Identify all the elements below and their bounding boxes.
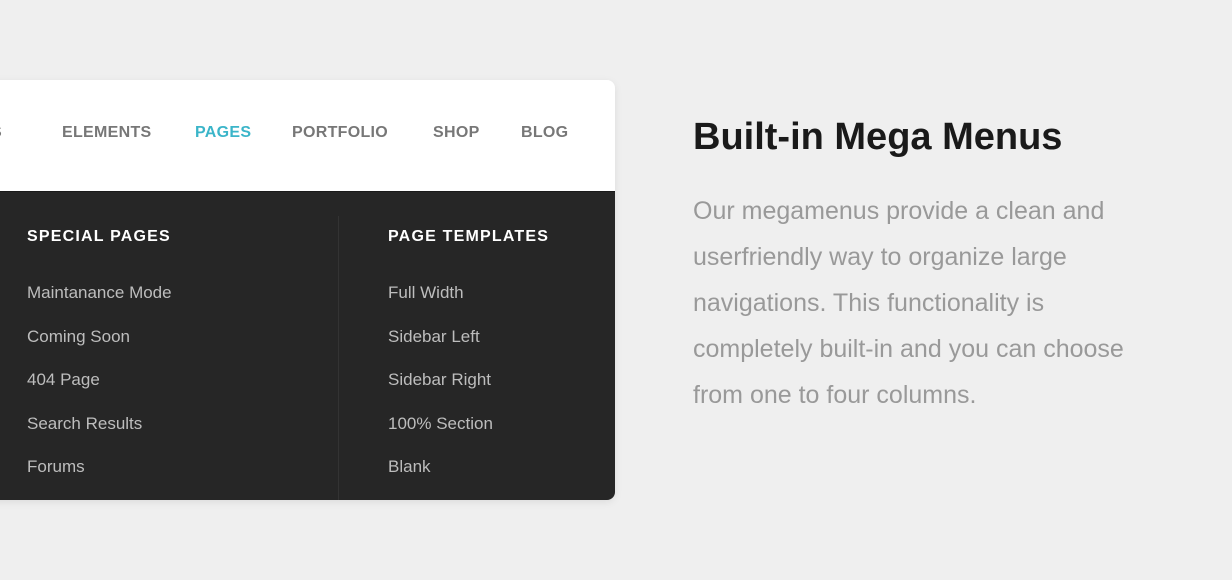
menu-link[interactable]: Sidebar Left [388,327,480,347]
navigation-bar: ES ELEMENTS PAGES PORTFOLIO SHOP BLOG [0,80,615,191]
menu-link[interactable]: 404 Page [27,370,100,390]
menu-link[interactable]: Full Width [388,283,464,303]
menu-link[interactable]: Maintanance Mode [27,283,172,303]
menu-link[interactable]: Coming Soon [27,327,130,347]
feature-title: Built-in Mega Menus [693,116,1063,158]
menu-link[interactable]: Sidebar Right [388,370,491,390]
menu-link[interactable]: Blank [388,457,431,477]
menu-link[interactable]: Search Results [27,414,142,434]
menu-link[interactable]: 100% Section [388,414,493,434]
nav-item-shop[interactable]: SHOP [433,124,480,142]
mega-menu-dropdown: SPECIAL PAGES Maintanance Mode Coming So… [0,191,615,500]
nav-item-elements[interactable]: ELEMENTS [62,124,152,142]
mega-menu-preview: ES ELEMENTS PAGES PORTFOLIO SHOP BLOG SP… [0,80,615,500]
column-heading: SPECIAL PAGES [27,228,171,245]
feature-description: Our megamenus provide a clean and userfr… [693,197,1124,409]
menu-link[interactable]: Forums [27,457,85,477]
nav-item-features[interactable]: ES [0,124,2,142]
column-heading: PAGE TEMPLATES [388,228,550,245]
nav-item-portfolio[interactable]: PORTFOLIO [292,124,388,142]
nav-item-blog[interactable]: BLOG [521,124,568,142]
column-divider [338,216,339,500]
nav-item-pages[interactable]: PAGES [195,124,251,142]
